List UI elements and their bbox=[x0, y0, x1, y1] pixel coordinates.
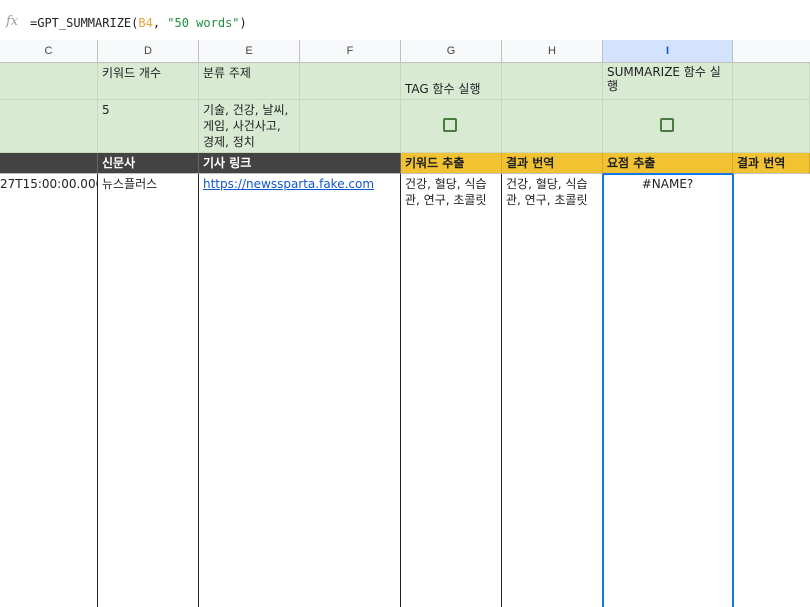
column-header-f[interactable]: F bbox=[300, 40, 401, 63]
column-header-d[interactable]: D bbox=[98, 40, 199, 63]
cell-category-value[interactable]: 기술, 건강, 날씨, 게임, 사건사고, 경제, 정치 bbox=[199, 100, 300, 153]
cell-summarize-run-checkbox-cell[interactable] bbox=[603, 100, 733, 153]
cell-category-label[interactable]: 분류 주제 bbox=[199, 63, 300, 100]
cell-summarize-run-label[interactable]: SUMMARIZE 함수 실행 bbox=[603, 63, 733, 100]
fx-icon: fx bbox=[6, 14, 19, 29]
cell-j-value[interactable] bbox=[733, 100, 810, 153]
cell-h-label[interactable] bbox=[502, 63, 603, 100]
column-header-h[interactable]: H bbox=[502, 40, 603, 63]
cell-c-label[interactable] bbox=[0, 63, 98, 100]
header-article-link[interactable]: 기사 링크 bbox=[199, 153, 300, 174]
cell-newspaper[interactable]: 뉴스플러스 bbox=[98, 174, 199, 607]
cell-translated[interactable]: 건강, 혈당, 식습관, 연구, 초콜릿 bbox=[502, 174, 603, 607]
cell-f-value[interactable] bbox=[300, 100, 401, 153]
column-header-i[interactable]: I bbox=[603, 40, 733, 63]
column-header-c[interactable]: C bbox=[0, 40, 98, 63]
column-header-g[interactable]: G bbox=[401, 40, 502, 63]
summarize-run-checkbox[interactable] bbox=[660, 118, 674, 132]
header-c[interactable] bbox=[0, 153, 98, 174]
header-result-translate-2[interactable]: 결과 번역 bbox=[733, 153, 810, 174]
cell-summary[interactable]: #NAME? bbox=[603, 174, 733, 607]
cell-keywords[interactable]: 건강, 혈당, 식습관, 연구, 초콜릿 bbox=[401, 174, 502, 607]
formula-cell-ref: B4 bbox=[138, 16, 153, 30]
cell-f-label[interactable] bbox=[300, 63, 401, 100]
cell-j-data[interactable] bbox=[733, 174, 810, 607]
header-f[interactable] bbox=[300, 153, 401, 174]
column-header-e[interactable]: E bbox=[199, 40, 300, 63]
cell-article-link[interactable]: https://newssparta.fake.com bbox=[199, 174, 401, 607]
cell-j-label[interactable] bbox=[733, 63, 810, 100]
formula-string-arg: "50 words" bbox=[167, 16, 240, 30]
header-newspaper[interactable]: 신문사 bbox=[98, 153, 199, 174]
header-keyword-extract[interactable]: 키워드 추출 bbox=[401, 153, 502, 174]
formula-suffix: ) bbox=[239, 16, 247, 30]
formula-bar[interactable]: fx =GPT_SUMMARIZE(B4, "50 words") bbox=[0, 0, 810, 41]
cell-tag-run-checkbox-cell[interactable] bbox=[401, 100, 502, 153]
cell-h-value[interactable] bbox=[502, 100, 603, 153]
tag-run-checkbox[interactable] bbox=[443, 118, 457, 132]
cell-keyword-count-value[interactable]: 5 bbox=[98, 100, 199, 153]
column-header-j[interactable] bbox=[733, 40, 810, 63]
cell-c-value[interactable] bbox=[0, 100, 98, 153]
formula-prefix: =GPT_SUMMARIZE( bbox=[30, 16, 139, 30]
header-summary-extract[interactable]: 요점 추출 bbox=[603, 153, 733, 174]
cell-keyword-count-label[interactable]: 키워드 개수 bbox=[98, 63, 199, 100]
header-result-translate[interactable]: 결과 번역 bbox=[502, 153, 603, 174]
spreadsheet-grid[interactable]: C D E F G H I 키워드 개수 분류 주제 TAG 함수 실행 SUM… bbox=[0, 40, 810, 607]
formula-text[interactable]: =GPT_SUMMARIZE(B4, "50 words") bbox=[30, 16, 247, 30]
cell-tag-run-label[interactable]: TAG 함수 실행 bbox=[401, 63, 502, 100]
formula-separator: , bbox=[152, 16, 168, 30]
cell-timestamp[interactable]: 27T15:00:00.000 bbox=[0, 174, 98, 607]
article-link[interactable]: https://newssparta.fake.com bbox=[203, 177, 374, 191]
